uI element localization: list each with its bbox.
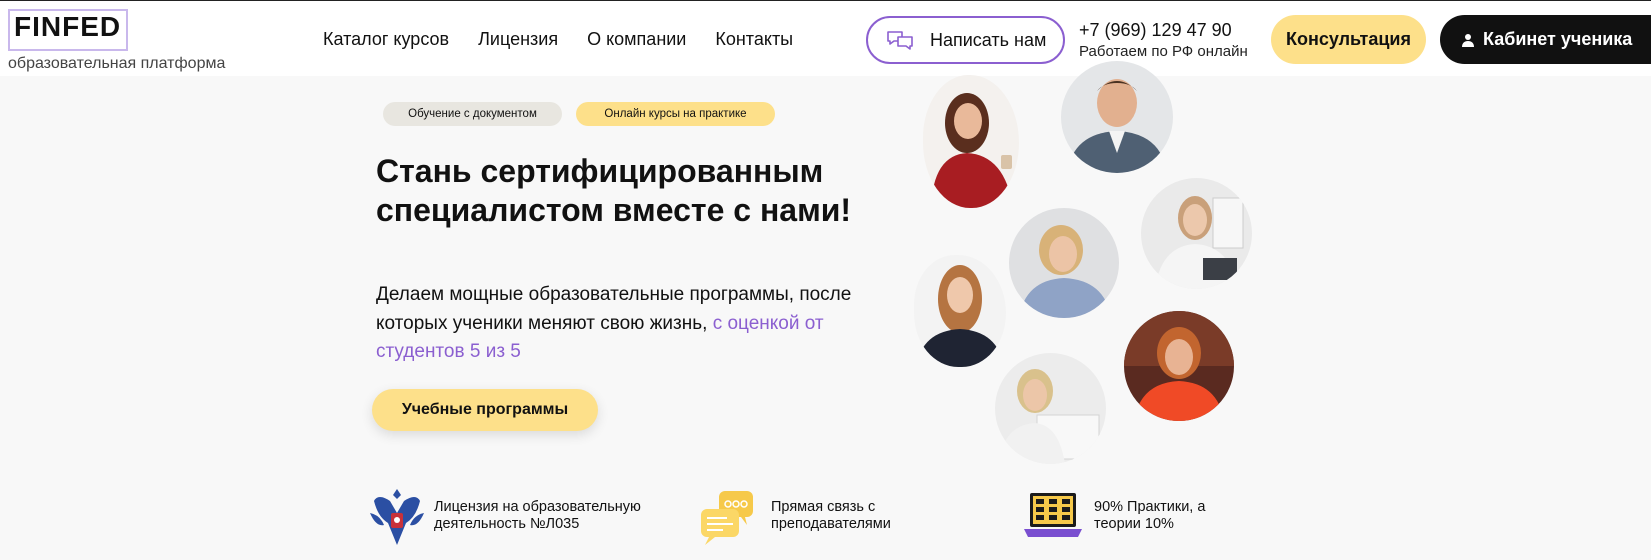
phone-number[interactable]: +7 (969) 129 47 90 <box>1079 20 1232 41</box>
hero-description: Делаем мощные образовательные программы,… <box>376 281 876 367</box>
feature-license-line2: деятельность №Л035 <box>434 516 580 532</box>
teacher-photo <box>1141 178 1252 289</box>
user-icon <box>1462 33 1474 47</box>
tag-document: Обучение с документом <box>383 102 562 126</box>
feature-direct-contact: Прямая связь с преподавателями <box>697 483 891 549</box>
feature-contact-line1: Прямая связь с <box>771 498 876 515</box>
teacher-photo <box>923 75 1019 208</box>
laptop-icon <box>1024 493 1082 537</box>
consultation-button[interactable]: Консультация <box>1271 15 1426 64</box>
feature-license: Лицензия на образовательную деятельность… <box>366 483 641 549</box>
tag-online-practice: Онлайн курсы на практике <box>576 102 775 126</box>
hero-title: Стань сертифицированным специалистом вме… <box>376 153 852 228</box>
logo-subtitle: образовательная платформа <box>8 55 226 72</box>
header: FINFED образовательная платформа Каталог… <box>0 0 1651 76</box>
programs-button[interactable]: Учебные программы <box>372 389 598 431</box>
teacher-photo <box>1124 311 1234 421</box>
write-us-label: Написать нам <box>930 29 1047 50</box>
teacher-photo <box>1009 208 1119 318</box>
chat-icon <box>887 31 913 50</box>
chat-bubbles-icon <box>701 491 753 545</box>
main-nav: Каталог курсов Лицензия О компании Конта… <box>323 29 793 50</box>
coat-of-arms-icon <box>370 489 424 545</box>
nav-item-about[interactable]: О компании <box>587 29 686 50</box>
phone-note: Работаем по РФ онлайн <box>1079 43 1248 60</box>
student-cabinet-button[interactable]: Кабинет ученика <box>1440 15 1651 64</box>
teacher-photo <box>914 255 1006 367</box>
feature-contact-line2: преподавателями <box>771 516 891 532</box>
feature-practice: 90% Практики, а теории 10% <box>1022 483 1205 549</box>
feature-license-line1: Лицензия на образовательную <box>434 498 641 515</box>
nav-item-catalog[interactable]: Каталог курсов <box>323 29 449 50</box>
logo-text[interactable]: FINFED <box>14 11 121 43</box>
write-us-button[interactable]: Написать нам <box>866 16 1065 64</box>
student-cabinet-label: Кабинет ученика <box>1483 29 1633 49</box>
feature-practice-line2: теории 10% <box>1094 516 1174 532</box>
nav-item-license[interactable]: Лицензия <box>478 29 558 50</box>
nav-item-contacts[interactable]: Контакты <box>715 29 793 50</box>
teacher-photo <box>995 353 1106 464</box>
teacher-photo <box>1061 61 1173 173</box>
feature-practice-line1: 90% Практики, а <box>1094 498 1206 515</box>
